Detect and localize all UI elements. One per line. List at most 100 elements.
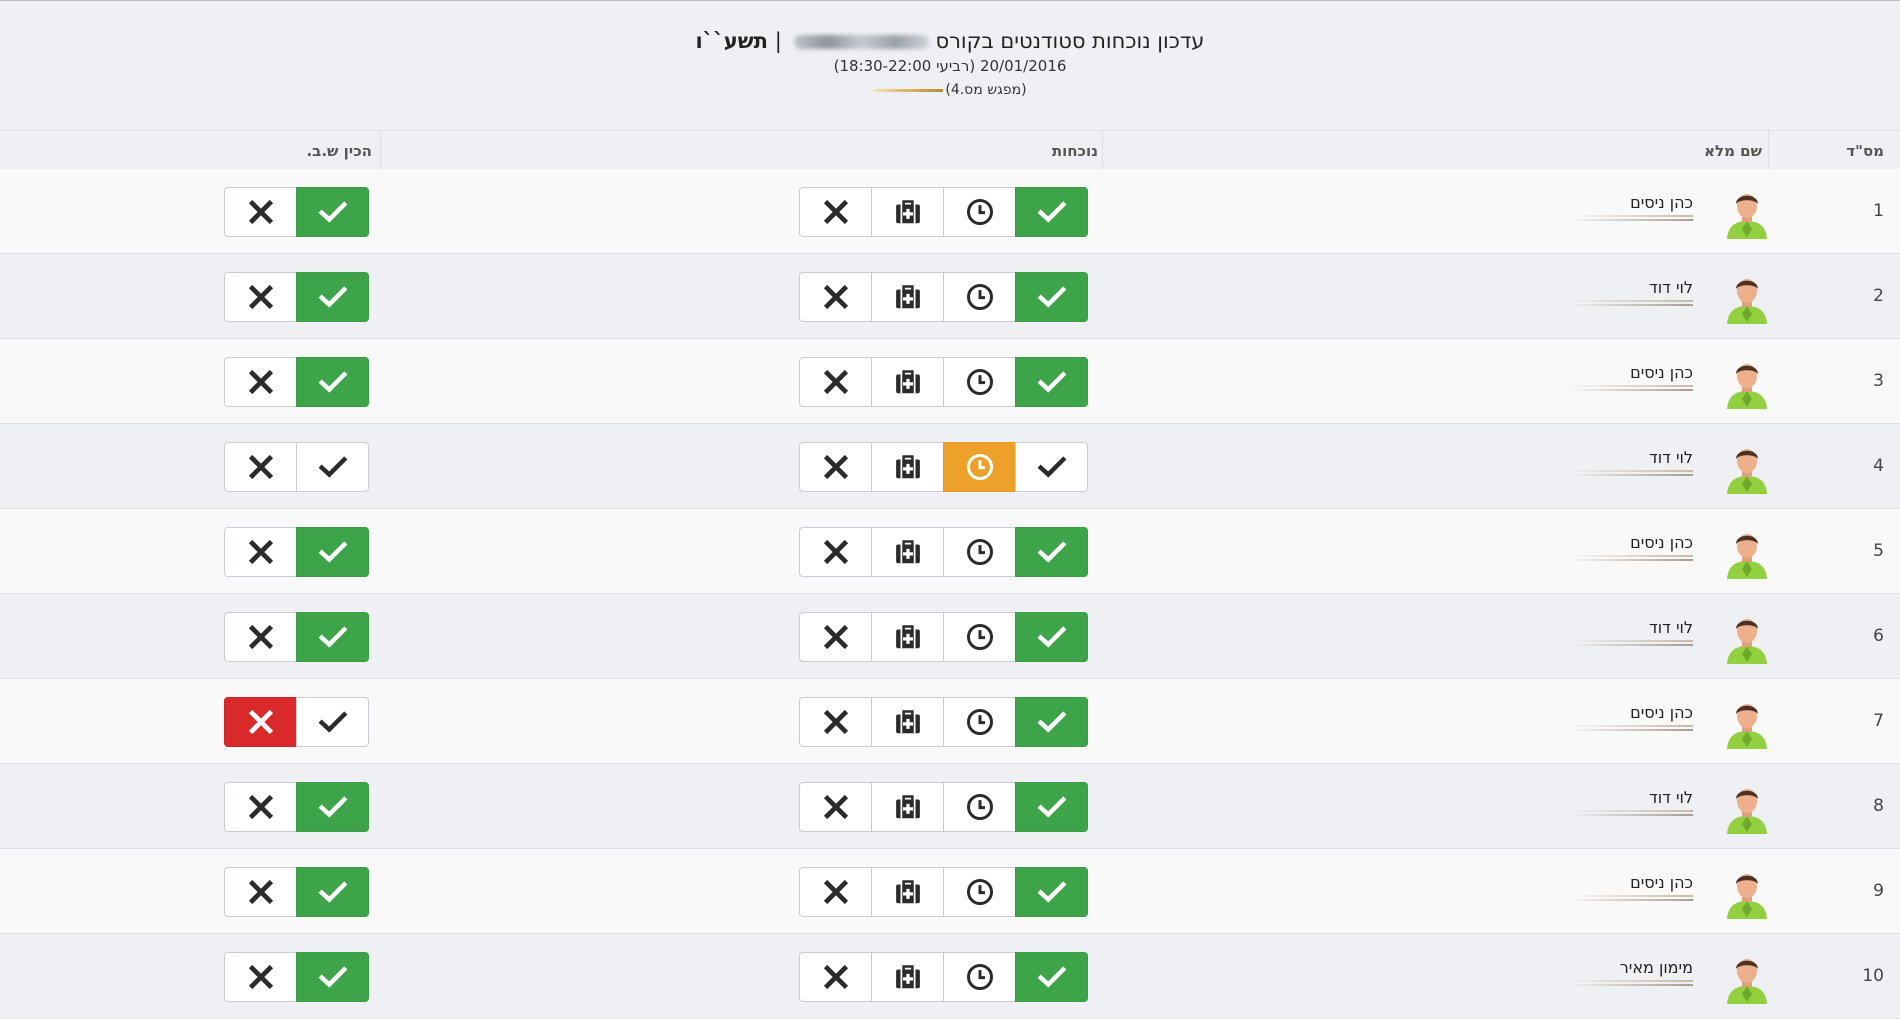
homework-not-done-button[interactable] xyxy=(224,612,297,662)
student-avatar xyxy=(1725,529,1769,579)
homework-not-done-button[interactable] xyxy=(224,697,297,747)
attendance-present-button[interactable] xyxy=(1015,697,1088,747)
attendance-present-button[interactable] xyxy=(1015,272,1088,322)
close-icon xyxy=(821,537,851,567)
row-number: 4 xyxy=(1873,456,1884,476)
homework-not-done-button[interactable] xyxy=(224,357,297,407)
medkit-icon xyxy=(893,537,923,567)
homework-not-done-button[interactable] xyxy=(224,442,297,492)
check-icon xyxy=(1037,877,1067,907)
student-name: כהן ניסים xyxy=(1630,193,1693,212)
table-row: 9 כהן ניסים xyxy=(0,849,1900,934)
student-name: לוי דוד xyxy=(1649,278,1693,297)
homework-not-done-button[interactable] xyxy=(224,782,297,832)
attendance-absent-button[interactable] xyxy=(799,782,872,832)
attendance-late-button[interactable] xyxy=(943,952,1016,1002)
student-avatar xyxy=(1725,359,1769,409)
homework-done-button[interactable] xyxy=(296,272,369,322)
check-icon xyxy=(1037,537,1067,567)
attendance-late-button[interactable] xyxy=(943,187,1016,237)
attendance-present-button[interactable] xyxy=(1015,527,1088,577)
check-icon xyxy=(318,962,348,992)
attendance-sick-button[interactable] xyxy=(871,952,944,1002)
student-name: מימון מאיר xyxy=(1619,958,1693,977)
student-name: כהן ניסים xyxy=(1630,533,1693,552)
close-icon xyxy=(246,367,276,397)
attendance-absent-button[interactable] xyxy=(799,442,872,492)
attendance-sick-button[interactable] xyxy=(871,357,944,407)
homework-button-group xyxy=(224,952,369,1002)
attendance-sick-button[interactable] xyxy=(871,867,944,917)
homework-done-button[interactable] xyxy=(296,442,369,492)
attendance-late-button[interactable] xyxy=(943,357,1016,407)
clock-icon xyxy=(965,537,995,567)
attendance-present-button[interactable] xyxy=(1015,782,1088,832)
attendance-late-button[interactable] xyxy=(943,612,1016,662)
homework-done-button[interactable] xyxy=(296,952,369,1002)
student-name-underline xyxy=(1567,555,1693,563)
homework-not-done-button[interactable] xyxy=(224,867,297,917)
attendance-absent-button[interactable] xyxy=(799,527,872,577)
attendance-absent-button[interactable] xyxy=(799,867,872,917)
student-name-underline xyxy=(1567,470,1693,478)
attendance-sick-button[interactable] xyxy=(871,187,944,237)
homework-done-button[interactable] xyxy=(296,782,369,832)
attendance-button-group xyxy=(799,697,1088,747)
attendance-late-button[interactable] xyxy=(943,527,1016,577)
row-number: 9 xyxy=(1873,881,1884,901)
check-icon xyxy=(1037,962,1067,992)
check-icon xyxy=(1037,282,1067,312)
homework-not-done-button[interactable] xyxy=(224,952,297,1002)
page-title: עדכון נוכחות סטודנטים בקורס | תשע``ו xyxy=(0,29,1900,53)
homework-button-group xyxy=(224,782,369,832)
attendance-sick-button[interactable] xyxy=(871,527,944,577)
homework-done-button[interactable] xyxy=(296,357,369,407)
attendance-absent-button[interactable] xyxy=(799,952,872,1002)
attendance-present-button[interactable] xyxy=(1015,612,1088,662)
attendance-absent-button[interactable] xyxy=(799,272,872,322)
table-row: 5 כהן ניסים xyxy=(0,509,1900,594)
medkit-icon xyxy=(893,962,923,992)
meeting-number: (מפגש מס.4) xyxy=(945,82,1027,98)
homework-not-done-button[interactable] xyxy=(224,272,297,322)
redacted-course-name xyxy=(794,35,930,49)
homework-not-done-button[interactable] xyxy=(224,187,297,237)
attendance-present-button[interactable] xyxy=(1015,357,1088,407)
attendance-absent-button[interactable] xyxy=(799,697,872,747)
attendance-absent-button[interactable] xyxy=(799,612,872,662)
homework-done-button[interactable] xyxy=(296,697,369,747)
homework-not-done-button[interactable] xyxy=(224,527,297,577)
homework-done-button[interactable] xyxy=(296,867,369,917)
homework-done-button[interactable] xyxy=(296,527,369,577)
attendance-present-button[interactable] xyxy=(1015,187,1088,237)
attendance-absent-button[interactable] xyxy=(799,187,872,237)
attendance-late-button[interactable] xyxy=(943,442,1016,492)
attendance-sick-button[interactable] xyxy=(871,442,944,492)
student-avatar xyxy=(1725,784,1769,834)
homework-done-button[interactable] xyxy=(296,612,369,662)
close-icon xyxy=(821,197,851,227)
attendance-absent-button[interactable] xyxy=(799,357,872,407)
close-icon xyxy=(246,197,276,227)
attendance-sick-button[interactable] xyxy=(871,612,944,662)
attendance-late-button[interactable] xyxy=(943,867,1016,917)
check-icon xyxy=(1037,197,1067,227)
clock-icon xyxy=(965,282,995,312)
close-icon xyxy=(821,707,851,737)
attendance-late-button[interactable] xyxy=(943,782,1016,832)
title-separator: | xyxy=(774,29,782,53)
attendance-sick-button[interactable] xyxy=(871,782,944,832)
attendance-late-button[interactable] xyxy=(943,697,1016,747)
attendance-sick-button[interactable] xyxy=(871,697,944,747)
homework-done-button[interactable] xyxy=(296,187,369,237)
attendance-sick-button[interactable] xyxy=(871,272,944,322)
attendance-present-button[interactable] xyxy=(1015,952,1088,1002)
close-icon xyxy=(246,792,276,822)
attendance-late-button[interactable] xyxy=(943,272,1016,322)
attendance-button-group xyxy=(799,527,1088,577)
attendance-present-button[interactable] xyxy=(1015,442,1088,492)
student-avatar xyxy=(1725,954,1769,1004)
clock-icon xyxy=(965,197,995,227)
attendance-present-button[interactable] xyxy=(1015,867,1088,917)
close-icon xyxy=(246,537,276,567)
